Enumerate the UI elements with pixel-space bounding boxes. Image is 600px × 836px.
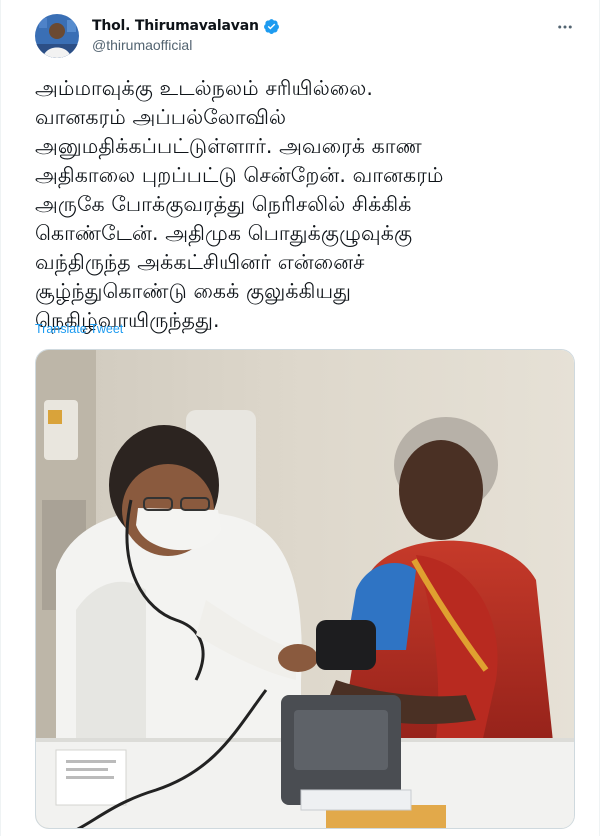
author-handle[interactable]: @thirumaofficial: [92, 37, 280, 53]
author-name-row: Thol. Thirumavalavan: [92, 16, 280, 36]
tweet-text: அம்மாவுக்கு உடல்நலம் சரியில்லை. வானகரம் …: [35, 74, 575, 335]
tweet-text-line: அம்மாவுக்கு உடல்நலம் சரியில்லை.: [35, 76, 374, 100]
tweet-text-line: வானகரம் அப்பல்லோவில்: [35, 105, 287, 129]
author-block[interactable]: Thol. Thirumavalavan @thirumaofficial: [92, 16, 280, 53]
translate-tweet-link[interactable]: Translate Tweet: [35, 322, 123, 336]
more-options-icon: [558, 25, 572, 29]
author-display-name[interactable]: Thol. Thirumavalavan: [92, 18, 259, 34]
tweet-text-line: அருகே போக்குவரத்து நெரிசலில் சிக்கிக்: [35, 192, 412, 216]
more-options-button[interactable]: [551, 14, 579, 40]
tweet-text-line: அனுமதிக்கப்பட்டுள்ளார். அவரைக் காண: [35, 134, 422, 158]
author-avatar[interactable]: [35, 14, 79, 58]
tweet-text-line: வந்திருந்த அக்கட்சியினர் என்னைச்: [35, 250, 365, 274]
tweet-text-line: சூழ்ந்துகொண்டு கைக் குலுக்கியது: [35, 279, 352, 303]
tweet-text-line: அதிகாலை புறப்பட்டு சென்றேன். வானகரம்: [35, 163, 444, 187]
avatar-image: [35, 14, 79, 58]
photo-image: [36, 350, 574, 828]
tweet-text-line: கொண்டேன். அதிமுக பொதுக்குழுவுக்கு: [35, 221, 413, 245]
tweet-photo[interactable]: [35, 349, 575, 829]
tweet-card: Thol. Thirumavalavan @thirumaofficial அம…: [0, 0, 600, 836]
verified-badge-icon: [263, 18, 280, 35]
